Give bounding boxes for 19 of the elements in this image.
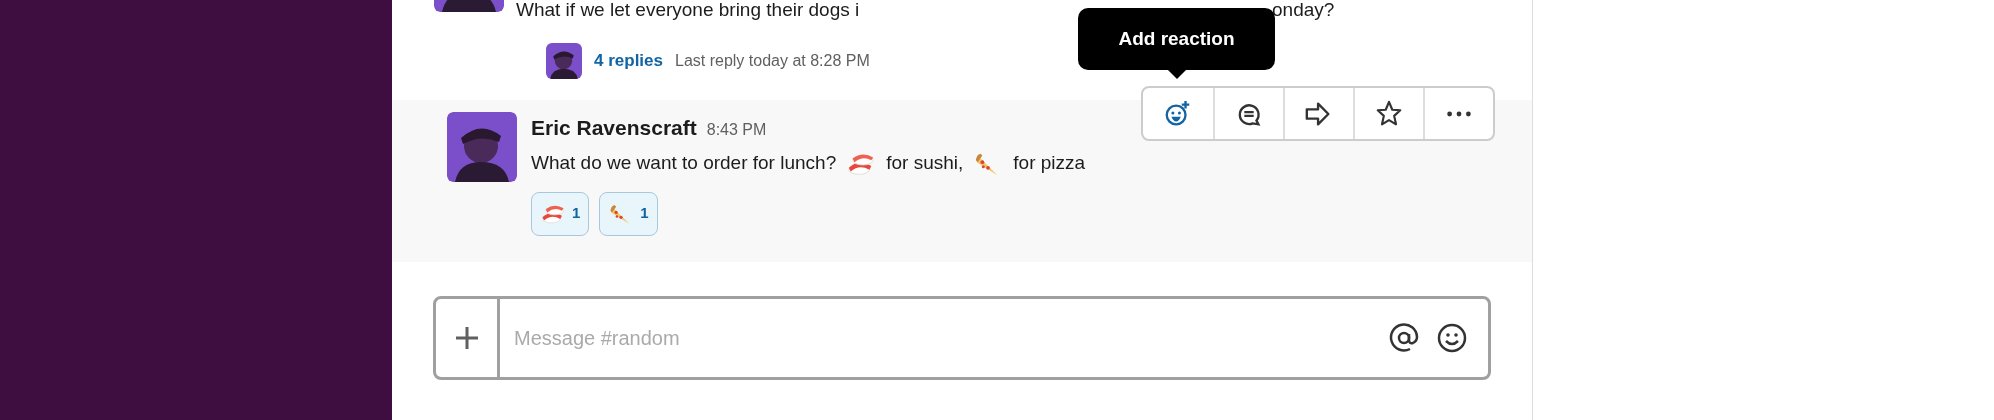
reply-avatar — [546, 43, 582, 79]
message-text: for sushi, — [886, 151, 964, 176]
message-text: for pizza — [1013, 151, 1086, 176]
message-text: onday? — [1272, 0, 1335, 22]
replies-link[interactable]: 4 replies — [594, 48, 663, 74]
user-avatar — [447, 112, 517, 182]
reaction-button[interactable]: 1 — [531, 191, 590, 236]
last-reply-time: Last reply today at 8:28 PM — [675, 51, 870, 71]
plus-icon — [453, 325, 480, 351]
author-name[interactable]: Eric Ravenscraft — [531, 112, 697, 144]
message-input[interactable]: Message #random — [500, 299, 1388, 377]
message-composer[interactable]: Message #random — [433, 296, 1491, 380]
reaction-button[interactable]: 1 — [599, 191, 658, 236]
message-text: What if we let everyone bring their dogs i — [516, 0, 860, 22]
emoji-icon[interactable] — [1436, 322, 1468, 354]
mention-icon[interactable] — [1388, 322, 1420, 354]
message-time[interactable]: 8:43 PM — [706, 118, 767, 142]
more-icon — [1447, 110, 1471, 117]
message-text: What do we want to order for lunch? — [531, 151, 837, 176]
